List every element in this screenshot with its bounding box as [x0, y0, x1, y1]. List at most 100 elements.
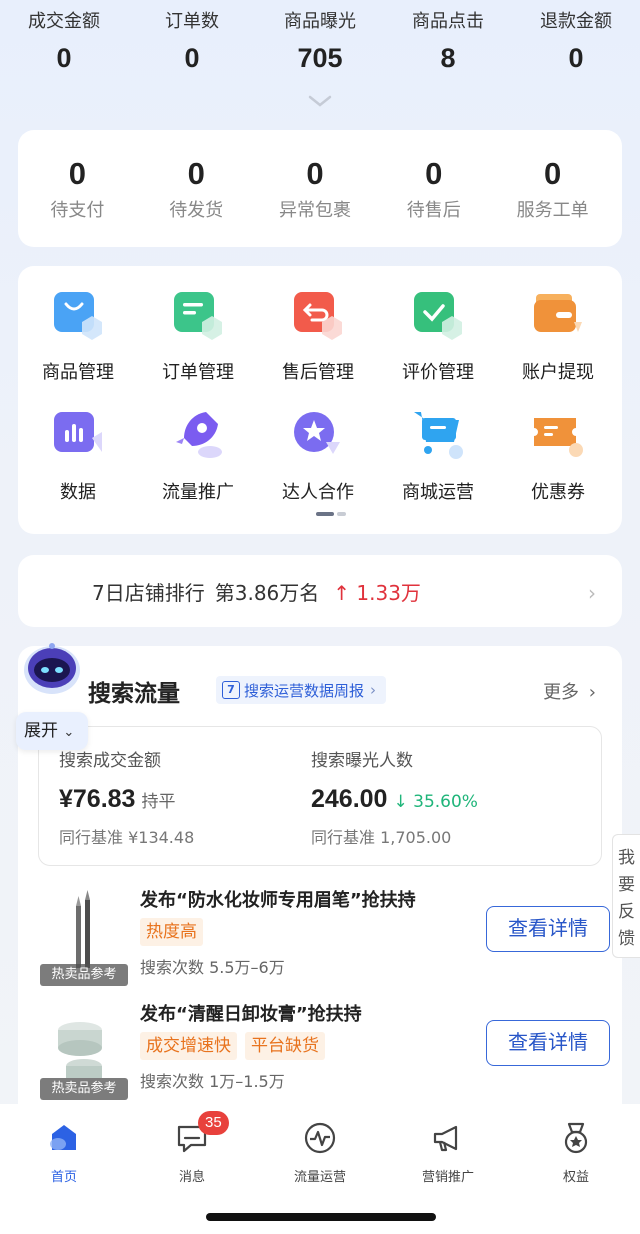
product-suggestion: 热卖品参考 发布“防水化妆师专用眉笔”抢扶持 热度高 搜索次数 5.5万–6万 … [40, 886, 610, 986]
tab-label: 消息 [178, 1170, 205, 1185]
chevron-down-icon[interactable] [308, 94, 332, 108]
tab-label: 权益 [562, 1170, 589, 1185]
medal-icon [564, 1122, 588, 1154]
product-suggestion: 热卖品参考 发布“清醒日卸妆膏”抢扶持 成交增速快 平台缺货 搜索次数 1万–1… [40, 1000, 610, 1100]
stat-label: 订单数 [165, 11, 219, 32]
stat-orders[interactable]: 订单数 0 [128, 8, 256, 80]
stat-exposure[interactable]: 商品曝光 705 [256, 8, 384, 80]
search-count: 搜索次数 5.5万–6万 [140, 958, 285, 977]
order-status-card: 0 待支付 0 待发货 0 异常包裹 0 待售后 0 服务工单 [18, 130, 622, 247]
tool-order-management[interactable]: 订单管理 [138, 288, 258, 386]
status-label: 待售后 [406, 200, 461, 221]
search-count: 搜索次数 1万–1.5万 [140, 1072, 285, 1091]
stat-clicks[interactable]: 商品点击 8 [384, 8, 512, 80]
metric-trend: 持平 [141, 792, 176, 812]
stat-value: 0 [184, 43, 200, 73]
unread-badge: 35 [198, 1111, 229, 1135]
store-rank-card[interactable]: 7日店铺排行 第3.86万名 ↑ 1.33万 › [18, 555, 622, 627]
rank-value: 第3.86万名 [214, 580, 320, 605]
chevron-right-icon: › [588, 682, 596, 703]
tool-label: 账户提现 [522, 362, 594, 383]
stat-refund[interactable]: 退款金额 0 [512, 8, 640, 80]
tool-label: 流量推广 [162, 482, 234, 503]
home-icon [50, 1125, 76, 1150]
product-title: 发布“防水化妆师专用眉笔”抢扶持 [140, 890, 416, 911]
status-pending-payment[interactable]: 0 待支付 [18, 130, 137, 247]
metric-trend: ↓ 35.60% [393, 792, 478, 812]
rocket-icon [176, 412, 222, 458]
stat-label: 商品点击 [412, 11, 484, 32]
feedback-tab[interactable]: 我要反馈 [612, 834, 640, 958]
rank-change: ↑ 1.33万 [333, 580, 421, 605]
megaphone-icon [433, 1125, 458, 1152]
product-tag: 热度高 [140, 918, 203, 946]
arrow-down-icon: ↓ [393, 792, 408, 812]
product-tags: 热度高 [140, 918, 203, 946]
pulse-icon [304, 1122, 336, 1154]
assistant-expand-button[interactable]: 展开 ⌄ [16, 712, 88, 750]
chevron-right-icon: › [370, 681, 377, 699]
stat-value: 0 [568, 43, 584, 73]
metric-value: ¥76.83 持平 [59, 785, 176, 813]
tools-grid: 商品管理 订单管理 售后管理 评价管理 账户提现 数据 流量推广 达人合作 商城… [18, 266, 622, 534]
metric-benchmark: 同行基准 ¥134.48 [59, 828, 195, 847]
return-icon [294, 292, 342, 340]
tool-product-management[interactable]: 商品管理 [18, 288, 138, 386]
tool-account-withdraw[interactable]: 账户提现 [498, 288, 618, 386]
stat-gmv[interactable]: 成交金额 0 [0, 8, 128, 80]
status-abnormal-package[interactable]: 0 异常包裹 [256, 130, 375, 247]
shopping-bag-icon [54, 292, 102, 340]
weekly-report-link[interactable]: 7 搜索运营数据周报 › [216, 676, 387, 704]
tool-coupon[interactable]: 优惠券 [498, 408, 618, 506]
tab-messages[interactable]: 消息 [128, 1120, 256, 1185]
tab-marketing[interactable]: 营销推广 [384, 1120, 512, 1185]
view-details-button[interactable]: 查看详情 [486, 906, 610, 952]
tool-influencer-collab[interactable]: 达人合作 [258, 408, 378, 506]
status-pending-aftersale[interactable]: 0 待售后 [374, 130, 493, 247]
tool-data[interactable]: 数据 [18, 408, 138, 506]
home-indicator [206, 1213, 436, 1221]
product-tags: 成交增速快 平台缺货 [140, 1032, 325, 1060]
tool-aftersale-management[interactable]: 售后管理 [258, 288, 378, 386]
tool-label: 评价管理 [402, 362, 474, 383]
status-label: 待支付 [50, 200, 105, 221]
grid-page-indicator [316, 512, 346, 516]
search-metrics: 搜索成交金额 ¥76.83 持平 同行基准 ¥134.48 搜索曝光人数 246.… [38, 726, 602, 866]
review-check-icon [414, 292, 462, 340]
order-list-icon [174, 292, 222, 340]
status-pending-shipment[interactable]: 0 待发货 [137, 130, 256, 247]
metric-search-gmv: 搜索成交金额 ¥76.83 持平 同行基准 ¥134.48 [59, 749, 194, 848]
assistant-robot-icon[interactable] [22, 640, 82, 696]
metric-search-exposure: 搜索曝光人数 246.00 ↓ 35.60% 同行基准 1,705.00 [311, 749, 478, 848]
metric-benchmark: 同行基准 1,705.00 [311, 828, 452, 847]
status-label: 待发货 [169, 200, 224, 221]
tab-label: 营销推广 [421, 1170, 474, 1185]
tool-label: 商城运营 [402, 482, 474, 503]
overview-stats: 成交金额 0 订单数 0 商品曝光 705 商品点击 8 退款金额 0 [0, 8, 640, 80]
tab-home[interactable]: 首页 [0, 1120, 128, 1185]
tool-traffic-promotion[interactable]: 流量推广 [138, 408, 258, 506]
tool-mall-operation[interactable]: 商城运营 [378, 408, 498, 506]
status-service-ticket[interactable]: 0 服务工单 [493, 130, 612, 247]
more-link[interactable]: 更多 › [543, 678, 596, 704]
expand-label: 展开 [24, 721, 58, 741]
product-tag: 平台缺货 [245, 1032, 325, 1060]
stat-label: 商品曝光 [284, 11, 356, 32]
tab-benefits[interactable]: 权益 [512, 1120, 640, 1185]
tab-traffic-operation[interactable]: 流量运营 [256, 1120, 384, 1185]
star-badge-icon [294, 412, 340, 454]
bar-chart-icon [54, 412, 102, 452]
arrow-up-icon: ↑ [333, 580, 351, 605]
view-details-button[interactable]: 查看详情 [486, 1020, 610, 1066]
search-traffic-card: 搜索流量 7 搜索运营数据周报 › 更多 › 搜索成交金额 ¥76.83 持平 同… [18, 646, 622, 1116]
status-label: 服务工单 [516, 200, 589, 221]
section-title: 搜索流量 [88, 681, 180, 707]
status-count: 0 [306, 156, 324, 191]
tool-label: 数据 [60, 482, 96, 503]
stat-label: 退款金额 [540, 11, 612, 32]
tool-label: 商品管理 [42, 362, 114, 383]
tool-review-management[interactable]: 评价管理 [378, 288, 498, 386]
status-count: 0 [187, 156, 205, 191]
status-count: 0 [68, 156, 87, 191]
chevron-right-icon: › [588, 581, 596, 605]
